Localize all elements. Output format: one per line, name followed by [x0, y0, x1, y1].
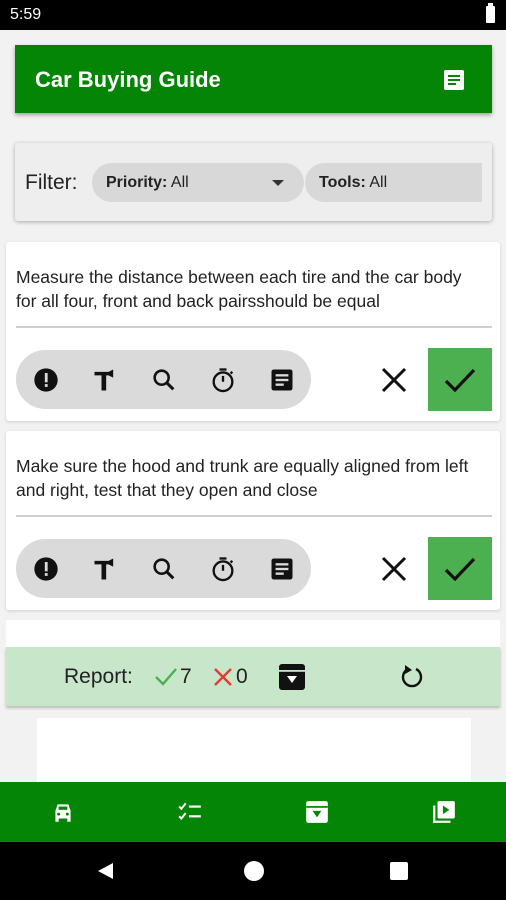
priority-icon[interactable] — [32, 366, 60, 394]
timer-icon[interactable] — [209, 555, 237, 583]
tools-filter-key: Tools: — [319, 174, 366, 191]
pass-button[interactable] — [428, 348, 492, 411]
close-icon — [214, 668, 232, 686]
task-text: Measure the distance between each tire a… — [16, 267, 462, 311]
task-tools-bar — [16, 350, 311, 409]
task-card: Make sure the hood and trunk are equally… — [6, 431, 500, 610]
priority-filter-dropdown[interactable]: Priority: All — [92, 163, 304, 202]
content-area — [37, 718, 471, 782]
recent-apps-icon[interactable] — [390, 862, 408, 880]
report-label: Report: — [64, 665, 133, 688]
archive-icon[interactable] — [304, 799, 330, 825]
passed-count: 7 — [180, 665, 192, 688]
divider — [16, 515, 492, 517]
battery-icon — [486, 3, 495, 23]
archive-icon[interactable] — [277, 662, 307, 692]
status-bar: 5:59 — [0, 0, 506, 30]
timer-icon[interactable] — [209, 366, 237, 394]
check-icon — [444, 557, 476, 582]
priority-icon[interactable] — [32, 555, 60, 583]
fail-button[interactable] — [376, 551, 412, 587]
hammer-icon[interactable] — [91, 555, 119, 583]
task-tools-bar — [16, 539, 311, 598]
report-bar: Report: 7 0 — [6, 647, 500, 706]
task-text: Make sure the hood and trunk are equally… — [16, 456, 469, 500]
tools-filter-dropdown[interactable]: Tools: All — [305, 163, 482, 202]
video-library-icon[interactable] — [431, 799, 457, 825]
notes-icon[interactable] — [268, 366, 296, 394]
hammer-icon[interactable] — [91, 366, 119, 394]
status-time: 5:59 — [10, 6, 42, 23]
search-icon[interactable] — [150, 366, 178, 394]
pass-button[interactable] — [428, 537, 492, 600]
system-nav-bar — [0, 842, 506, 900]
check-icon — [444, 368, 476, 393]
app-bar: Car Buying Guide — [15, 45, 492, 113]
notes-icon[interactable] — [268, 555, 296, 583]
notes-icon[interactable] — [442, 68, 466, 92]
fail-button[interactable] — [376, 362, 412, 398]
car-icon[interactable] — [50, 799, 76, 825]
dropdown-arrow-icon — [272, 180, 284, 186]
tools-filter-value: All — [369, 174, 388, 191]
priority-filter-value: All — [170, 174, 189, 191]
filter-card: Filter: Priority: All Tools: All — [15, 143, 492, 221]
filter-label: Filter: — [25, 171, 78, 194]
divider — [16, 326, 492, 328]
app-title: Car Buying Guide — [35, 67, 221, 92]
check-icon — [155, 668, 177, 686]
priority-filter-key: Priority: — [106, 174, 168, 191]
search-icon[interactable] — [150, 555, 178, 583]
task-card: Measure the distance between each tire a… — [6, 242, 500, 421]
failed-count: 0 — [236, 665, 248, 688]
bottom-nav — [0, 782, 506, 842]
home-icon[interactable] — [244, 861, 264, 881]
refresh-icon[interactable] — [398, 663, 426, 691]
back-icon[interactable] — [96, 861, 116, 881]
checklist-icon[interactable] — [177, 799, 203, 825]
